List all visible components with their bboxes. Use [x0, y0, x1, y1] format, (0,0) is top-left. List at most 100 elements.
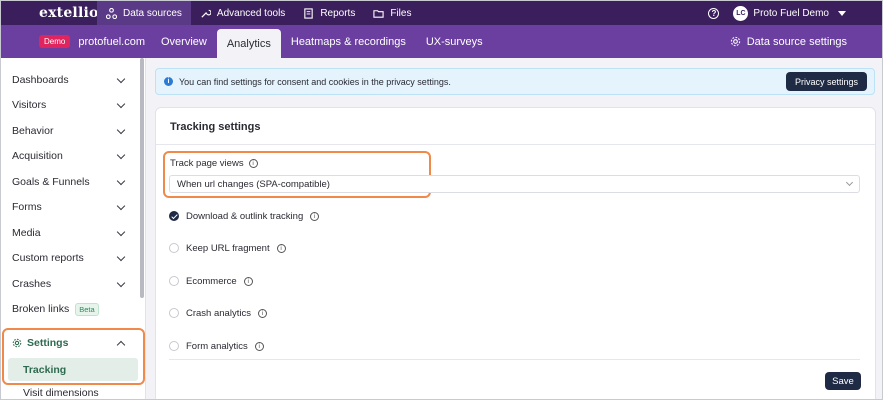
top-nav-advanced-tools[interactable]: Advanced tools — [191, 1, 294, 25]
sidebar-item-visitors[interactable]: Visitors — [12, 95, 128, 115]
chevron-down-icon — [116, 125, 126, 134]
sidebar-item-label: Settings — [27, 337, 69, 349]
privacy-settings-button[interactable]: Privacy settings — [785, 72, 867, 91]
data-sources-icon — [106, 7, 117, 19]
top-nav-reports[interactable]: Reports — [294, 1, 364, 25]
top-nav-label: Files — [390, 7, 412, 19]
user-menu[interactable]: LC Proto Fuel Demo — [733, 5, 846, 21]
top-right: ? LC Proto Fuel Demo — [708, 1, 846, 25]
sidebar-item-label: Goals & Funnels — [12, 176, 90, 188]
gear-icon — [730, 36, 740, 47]
top-bar: extellio Data sources Advanced tools Rep… — [1, 1, 882, 25]
checkbox[interactable] — [169, 243, 179, 253]
sidebar-item-forms[interactable]: Forms — [12, 197, 128, 217]
sidebar-item-behavior[interactable]: Behavior — [12, 121, 128, 141]
chevron-down-icon — [116, 278, 126, 287]
top-nav-data-sources[interactable]: Data sources — [97, 1, 191, 25]
folder-icon — [373, 9, 384, 18]
chevron-down-icon — [116, 201, 126, 210]
sidebar-item-dashboards[interactable]: Dashboards — [12, 70, 128, 90]
option-label: Download & outlink tracking — [186, 210, 304, 222]
privacy-info-banner: i You can find settings for consent and … — [155, 68, 875, 95]
save-button[interactable]: Save — [825, 372, 861, 390]
option-form-analytics[interactable]: Form analytics i — [169, 339, 264, 353]
info-icon[interactable]: i — [248, 159, 258, 168]
divider — [156, 144, 875, 145]
track-page-views-select[interactable]: When url changes (SPA-compatible) — [169, 175, 860, 193]
info-icon: i — [164, 77, 173, 86]
card-title: Tracking settings — [170, 121, 261, 133]
top-nav-label: Reports — [320, 7, 356, 19]
track-page-views-label: Track page views i — [170, 158, 258, 169]
checkbox[interactable] — [169, 308, 179, 318]
sidebar-scrollbar[interactable] — [140, 58, 144, 298]
option-crash-analytics[interactable]: Crash analytics i — [169, 306, 267, 320]
top-nav-label: Advanced tools — [216, 7, 286, 19]
sidebar-item-settings[interactable]: Settings — [12, 333, 128, 353]
tab-overview[interactable]: Overview — [151, 25, 217, 58]
gear-icon — [12, 338, 22, 348]
chevron-down-icon — [116, 227, 126, 236]
chevron-down-icon — [116, 99, 126, 108]
option-ecommerce[interactable]: Ecommerce i — [169, 274, 253, 288]
option-download-outlink[interactable]: Download & outlink tracking i — [169, 209, 320, 223]
sidebar-item-label: Crashes — [12, 278, 52, 290]
divider — [169, 359, 860, 360]
chevron-down-icon — [116, 252, 126, 261]
chevron-down-icon — [116, 176, 126, 185]
wrench-icon — [201, 9, 211, 18]
sidebar-item-broken-links[interactable]: Broken links Beta — [12, 299, 128, 319]
data-source-settings-link[interactable]: Data source settings — [730, 25, 847, 58]
option-label: Keep URL fragment — [186, 242, 270, 254]
top-nav: Data sources Advanced tools Reports File… — [97, 1, 420, 25]
sidebar-item-label: Media — [12, 227, 41, 239]
app-window: extellio Data sources Advanced tools Rep… — [0, 0, 883, 400]
info-icon[interactable]: i — [257, 308, 267, 318]
chevron-down-icon — [845, 178, 854, 187]
avatar: LC — [733, 5, 749, 21]
option-label: Crash analytics — [186, 307, 251, 319]
tab-heatmaps-recordings[interactable]: Heatmaps & recordings — [281, 25, 416, 58]
sidebar-item-label: Behavior — [12, 125, 54, 137]
option-label: Ecommerce — [186, 275, 237, 287]
sidebar-item-label: Visitors — [12, 99, 47, 111]
option-keep-url-fragment[interactable]: Keep URL fragment i — [169, 241, 286, 255]
data-source-settings-label: Data source settings — [746, 35, 847, 48]
chevron-down-icon — [116, 150, 126, 159]
tab-ux-surveys[interactable]: UX-surveys — [416, 25, 493, 58]
sidebar-item-goals-funnels[interactable]: Goals & Funnels — [12, 172, 128, 192]
sidebar-item-tracking[interactable]: Tracking — [8, 358, 138, 381]
field-label: Track page views — [170, 158, 244, 169]
sidebar: Dashboards Visitors Behavior Acquisition… — [1, 58, 146, 399]
caret-down-icon — [838, 10, 846, 16]
option-label: Form analytics — [186, 340, 248, 352]
sidebar-item-crashes[interactable]: Crashes — [12, 274, 128, 294]
tab-analytics[interactable]: Analytics — [216, 29, 281, 58]
info-text: You can find settings for consent and co… — [179, 76, 451, 87]
checkbox[interactable] — [169, 341, 179, 351]
top-nav-files[interactable]: Files — [364, 1, 420, 25]
sidebar-item-label: Dashboards — [12, 74, 69, 86]
site-name[interactable]: protofuel.com — [78, 36, 145, 48]
sidebar-item-visit-dimensions[interactable]: Visit dimensions — [23, 387, 99, 399]
info-icon[interactable]: i — [243, 276, 253, 286]
demo-badge: Demo — [39, 35, 71, 48]
sidebar-item-label: Custom reports — [12, 252, 84, 264]
chevron-up-icon — [116, 340, 126, 349]
select-value: When url changes (SPA-compatible) — [177, 178, 330, 190]
user-name: Proto Fuel Demo — [753, 7, 829, 19]
info-icon[interactable]: i — [254, 341, 264, 351]
top-nav-label: Data sources — [123, 7, 182, 19]
chevron-down-icon — [116, 74, 126, 83]
report-icon — [304, 7, 314, 19]
info-icon[interactable]: i — [276, 243, 286, 253]
checkbox-checked[interactable] — [169, 211, 179, 221]
info-icon[interactable]: i — [310, 211, 320, 221]
sidebar-item-media[interactable]: Media — [12, 223, 128, 243]
sidebar-item-acquisition[interactable]: Acquisition — [12, 146, 128, 166]
help-icon[interactable]: ? — [708, 7, 720, 19]
sidebar-item-custom-reports[interactable]: Custom reports — [12, 248, 128, 268]
sidebar-item-label: Forms — [12, 201, 42, 213]
checkbox[interactable] — [169, 276, 179, 286]
sub-bar: Demo protofuel.com Overview Analytics He… — [1, 25, 882, 58]
